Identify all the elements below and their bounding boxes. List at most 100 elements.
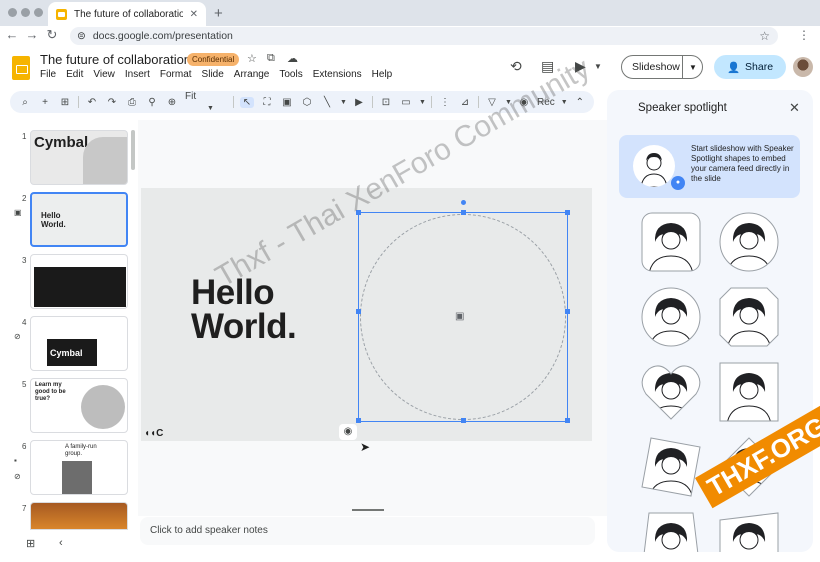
menu-bar: File Edit View Insert Format Slide Arran…: [40, 69, 392, 80]
menu-file[interactable]: File: [40, 69, 56, 80]
slide-thumb-5[interactable]: Learn my good to be true?: [30, 378, 128, 433]
collapse-filmstrip-icon[interactable]: ‹: [59, 537, 63, 549]
star-icon[interactable]: ☆: [247, 52, 257, 65]
line-icon[interactable]: ╲: [320, 97, 334, 108]
share-button[interactable]: 👤 Share: [714, 55, 786, 79]
menu-help[interactable]: Help: [372, 69, 393, 80]
image-icon[interactable]: ▣: [280, 97, 294, 108]
slideshow-button[interactable]: Slideshow ▼: [621, 55, 703, 79]
close-icon[interactable]: ✕: [789, 100, 800, 116]
window-maximize-dot[interactable]: [34, 8, 43, 17]
add-icon[interactable]: +: [38, 97, 52, 108]
meet-dropdown-icon[interactable]: ▼: [594, 62, 602, 71]
menu-extensions[interactable]: Extensions: [313, 69, 362, 80]
menu-tools[interactable]: Tools: [279, 69, 302, 80]
more-vert-icon[interactable]: ⋮: [798, 28, 810, 42]
window-minimize-dot[interactable]: [21, 8, 30, 17]
visibility-icon[interactable]: ◉: [339, 424, 357, 440]
slide-thumb-6[interactable]: A family-run group.: [30, 440, 128, 495]
url-field[interactable]: ⊜ docs.google.com/presentation ☆: [70, 27, 778, 45]
slide-thumb-3[interactable]: [30, 254, 128, 309]
spotlight-shape-option[interactable]: [641, 287, 701, 347]
shapes-icon[interactable]: ⬡: [300, 97, 314, 108]
avatar[interactable]: [793, 57, 813, 77]
select-icon[interactable]: ↖: [240, 96, 254, 108]
resize-handle[interactable]: [356, 418, 361, 423]
slide-thumb-1[interactable]: Cymbal: [30, 130, 128, 185]
spotlight-shape-option[interactable]: [719, 512, 779, 552]
collapse-icon[interactable]: ⌃: [573, 97, 587, 108]
spotlight-shape-option[interactable]: [719, 212, 779, 272]
slide-thumb-4[interactable]: Cymbal: [30, 316, 128, 371]
resize-handle[interactable]: [565, 418, 570, 423]
slideshow-dropdown-icon[interactable]: ▼: [683, 63, 697, 72]
video-icon[interactable]: ▶: [352, 97, 366, 108]
camera-placeholder-icon: ▣: [455, 311, 465, 322]
new-tab-button[interactable]: +: [214, 5, 223, 22]
thumb-image: [62, 461, 92, 494]
menu-edit[interactable]: Edit: [66, 69, 83, 80]
redo-icon[interactable]: ↷: [105, 97, 119, 108]
thumb-image: [81, 385, 125, 429]
layout-dropdown-icon[interactable]: ▼: [419, 99, 426, 106]
toolbar-divider: [431, 96, 432, 108]
slide-title[interactable]: Hello World.: [191, 275, 297, 344]
resize-handle[interactable]: [565, 309, 570, 314]
bookmark-star-icon[interactable]: ☆: [759, 29, 770, 43]
more-icon[interactable]: ⋮: [438, 97, 452, 108]
spotlight-shape-option[interactable]: [641, 437, 701, 497]
resize-handle[interactable]: [461, 210, 466, 215]
move-folder-icon[interactable]: ⧉: [267, 52, 275, 65]
line-dropdown-icon[interactable]: ▼: [340, 99, 347, 106]
filmstrip-scrollbar[interactable]: [131, 130, 135, 170]
rotate-handle[interactable]: [461, 200, 466, 205]
background-icon[interactable]: ⊿: [458, 97, 472, 108]
spotlight-shape-option[interactable]: [719, 287, 779, 347]
site-info-icon[interactable]: ⊜: [77, 30, 86, 42]
spotlight-shape-option[interactable]: [641, 512, 701, 552]
doc-title[interactable]: The future of collaboration: [40, 52, 191, 67]
share-label: Share: [745, 61, 774, 73]
slides-logo-icon[interactable]: [12, 56, 30, 80]
resize-handle[interactable]: [461, 418, 466, 423]
speaker-spotlight-shape[interactable]: ▣: [356, 200, 570, 423]
notes-resize-handle[interactable]: [352, 509, 384, 511]
menu-slide[interactable]: Slide: [202, 69, 224, 80]
camera-icon: ●: [671, 176, 685, 190]
resize-handle[interactable]: [565, 210, 570, 215]
zoom-select[interactable]: Fit ▼: [185, 91, 227, 113]
new-slide-icon[interactable]: ⊞: [58, 97, 72, 108]
mouse-cursor-icon: ➤: [360, 440, 371, 454]
print-icon[interactable]: ⎙: [125, 97, 139, 108]
comment-icon[interactable]: ⊡: [379, 97, 393, 108]
spotlight-shape-option[interactable]: [641, 212, 701, 272]
slide-number: 2: [22, 194, 27, 203]
back-arrow-icon[interactable]: ←: [4, 27, 20, 42]
spotlight-shape-option[interactable]: [719, 362, 779, 422]
tab-close-icon[interactable]: ✕: [190, 9, 198, 20]
undo-icon[interactable]: ↶: [85, 97, 99, 108]
grid-view-icon[interactable]: ⊞: [26, 537, 35, 550]
version-history-icon[interactable]: ⟲: [510, 58, 522, 75]
browser-tab[interactable]: The future of collaboration ✕: [48, 2, 206, 26]
menu-format[interactable]: Format: [160, 69, 192, 80]
slide-thumb-2[interactable]: Hello World.: [30, 192, 128, 247]
speaker-notes[interactable]: Click to add speaker notes: [140, 517, 595, 545]
frame-icon[interactable]: ⛶: [260, 97, 274, 108]
cloud-saved-icon[interactable]: ☁: [287, 52, 298, 65]
menu-view[interactable]: View: [93, 69, 115, 80]
search-icon[interactable]: ⌕: [18, 97, 32, 108]
resize-handle[interactable]: [356, 309, 361, 314]
reload-icon[interactable]: ↻: [44, 27, 60, 43]
slide-thumb-7[interactable]: [30, 502, 128, 530]
layout-icon[interactable]: ▭: [399, 97, 413, 108]
menu-insert[interactable]: Insert: [125, 69, 150, 80]
spotlight-shape-option[interactable]: [641, 362, 701, 422]
zoom-icon[interactable]: ⊕: [165, 97, 179, 108]
confidential-badge[interactable]: Confidential: [187, 53, 240, 66]
menu-arrange[interactable]: Arrange: [234, 69, 270, 80]
window-close-dot[interactable]: [8, 8, 17, 17]
forward-arrow-icon[interactable]: →: [24, 27, 40, 42]
paint-format-icon[interactable]: ⚲: [145, 97, 159, 108]
speaker-spotlight-icon: ▣: [14, 208, 22, 217]
